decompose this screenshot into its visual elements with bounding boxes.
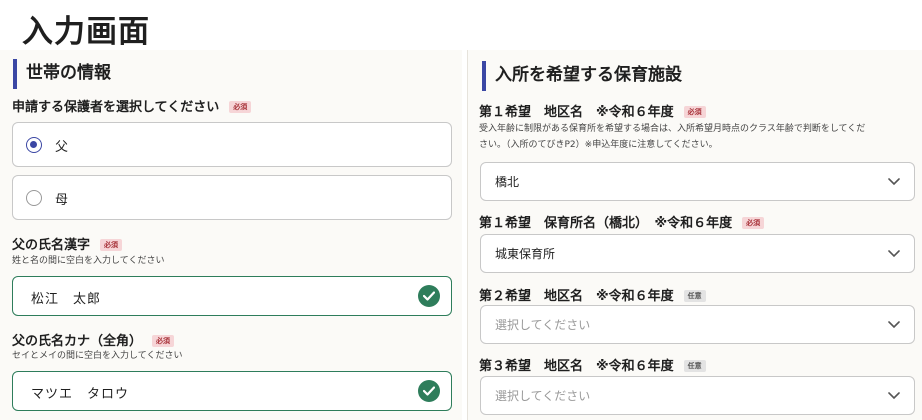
section-title-household: 世帯の情報 [13,59,111,89]
radio-option-mother[interactable]: 母 [12,175,452,220]
facility-panel: 入所を希望する保育施設 第１希望 地区名 ※令和６年度 必須 受入年齢に制限がある… [467,50,922,420]
third-area-placeholder: 選択してください [495,389,591,403]
radio-unselected-icon[interactable] [26,190,42,206]
kana-name-label: 父の氏名カナ（全角） 必須 [12,330,175,349]
first-school-value: 城東保育所 [495,247,556,261]
first-area-hint-line2: さい。（入所のてびきP2）※申込年度に注意してください。 [479,140,718,150]
radio-option-father[interactable]: 父 [12,122,452,167]
section-title-facility: 入所を希望する保育施設 [482,61,682,91]
kanji-name-value: 松江 太郎 [31,292,102,307]
kana-name-value: マツエ タロウ [31,387,130,402]
radio-selected-icon[interactable] [26,137,42,153]
second-area-label: 第２希望 地区名 ※令和６年度 任意 [479,285,706,304]
required-badge: 必須 [100,239,123,251]
required-badge: 必須 [742,217,765,229]
first-school-label: 第１希望 保育所名（橋北） ※令和６年度 必須 [479,212,765,231]
household-panel: 世帯の情報 申請する保護者を選択してください 必須 父 母 父の氏名漢字 必須 姓と… [0,50,462,420]
second-area-select[interactable]: 選択してください [480,305,915,344]
optional-badge: 任意 [683,360,706,372]
first-area-hint-line1: 受入年齢に制限がある保育所を希望する場合は、入所希望月時点のクラス年齢で判断をし… [479,124,866,134]
first-area-label: 第１希望 地区名 ※令和６年度 必須 [479,101,706,120]
check-icon [418,285,440,307]
kana-name-input[interactable]: マツエ タロウ [12,371,452,411]
kanji-name-input[interactable]: 松江 太郎 [12,276,452,316]
chevron-down-icon [888,250,900,258]
check-icon [418,380,440,402]
required-badge: 必須 [683,106,706,118]
chevron-down-icon [888,392,900,400]
first-area-select[interactable]: 橋北 [480,162,915,201]
first-school-select[interactable]: 城東保育所 [480,234,915,273]
first-area-value: 橋北 [495,175,520,189]
chevron-down-icon [888,321,900,329]
second-area-placeholder: 選択してください [495,318,591,332]
kana-name-hint: セイとメイの間に空白を入力してください [12,351,183,361]
radio-label-father: 父 [55,140,69,155]
kanji-name-hint: 姓と名の間に空白を入力してください [12,256,165,266]
chevron-down-icon [888,178,900,186]
third-area-select[interactable]: 選択してください [480,376,915,415]
required-badge: 必須 [152,335,175,347]
page-title: 入力画面 [22,14,150,50]
kanji-name-label: 父の氏名漢字 必須 [12,234,123,253]
required-badge: 必須 [229,101,252,113]
radio-label-mother: 母 [55,193,69,208]
third-area-label: 第３希望 地区名 ※令和６年度 任意 [479,355,706,374]
guardian-label: 申請する保護者を選択してください 必須 [12,96,252,115]
optional-badge: 任意 [683,290,706,302]
